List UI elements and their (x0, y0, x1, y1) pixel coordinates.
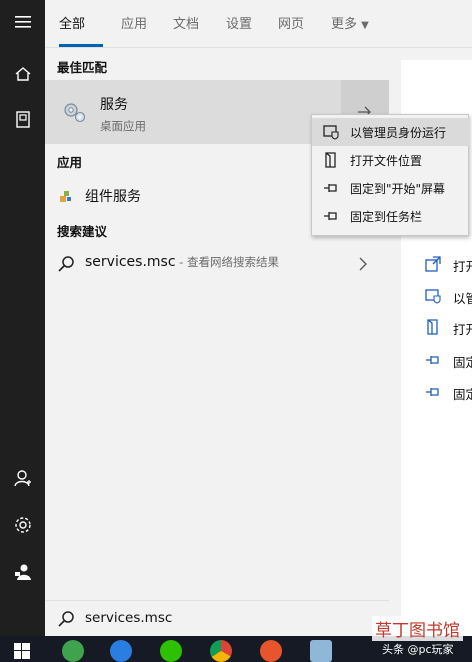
browser-360-icon[interactable] (62, 640, 84, 662)
gear-icon (14, 517, 31, 533)
chevron-down-icon: ▼ (361, 20, 369, 31)
preview-action-label: 以管 (453, 291, 472, 306)
search-icon (58, 611, 74, 627)
chevron-right-icon[interactable] (359, 257, 367, 271)
suggestions-heading: 搜索建议 (57, 224, 108, 239)
tab-more[interactable]: 更多 ▼ (331, 13, 369, 32)
watermark-logo: 草丁图书馆 (372, 616, 463, 641)
tab-all[interactable]: 全部 (59, 13, 85, 32)
apps-heading: 应用 (57, 155, 83, 170)
menu-item-label: 以管理员身份运行 (350, 126, 447, 140)
preview-action-label: 固定 (453, 355, 472, 370)
menu-item-pin-to-start[interactable]: 固定到"开始"屏幕 (312, 174, 470, 202)
search-scope-tabs: 全部 应用 文档 设置 网页 更多 ▼ (45, 0, 472, 48)
search-box[interactable]: services.msc (45, 600, 389, 636)
settings-button[interactable] (0, 505, 45, 545)
preview-action-pin-taskbar[interactable]: 固定 (425, 382, 472, 406)
thunder-icon[interactable] (110, 640, 132, 662)
shield-run-icon (425, 289, 441, 304)
menu-item-open-file-location[interactable]: 打开文件位置 (312, 146, 470, 174)
pin-icon (426, 356, 439, 364)
account-button[interactable] (0, 458, 45, 498)
hamburger-menu-button[interactable] (0, 2, 45, 42)
suggestion-query: services.msc (85, 254, 176, 270)
best-match-title: 服务 (100, 97, 128, 113)
shield-run-icon (323, 125, 339, 140)
web-suggestion-item[interactable]: services.msc - 查看网络搜索结果 (45, 248, 389, 280)
preview-action-label: 固定 (453, 387, 472, 402)
tab-more-label: 更多 (331, 17, 358, 32)
preview-action-open-location[interactable]: 打开 (425, 317, 472, 341)
tab-settings[interactable]: 设置 (226, 13, 252, 32)
hamburger-icon (14, 16, 31, 28)
feedback-button[interactable] (0, 552, 45, 592)
menu-item-pin-to-taskbar[interactable]: 固定到任务栏 (312, 202, 470, 230)
pin-icon (324, 184, 337, 192)
app-orange-icon[interactable] (260, 640, 282, 662)
menu-item-label: 固定到"开始"屏幕 (350, 182, 446, 196)
best-match-heading: 最佳匹配 (57, 60, 108, 75)
search-results-panel: 全部 应用 文档 设置 网页 更多 ▼ 最佳匹配 服务 桌面应用 应用 组件服务… (45, 0, 472, 636)
tab-documents[interactable]: 文档 (173, 13, 199, 32)
document-icon (15, 111, 30, 128)
chrome-icon[interactable] (210, 640, 232, 662)
home-icon (15, 67, 30, 81)
pin-icon (426, 388, 439, 396)
open-icon (425, 256, 441, 272)
menu-item-label: 打开文件位置 (350, 154, 423, 168)
wechat-icon[interactable] (160, 640, 182, 662)
watermark-user: 头条 @pc玩家 (382, 643, 454, 656)
user-icon (13, 470, 31, 487)
file-location-icon (325, 152, 336, 168)
preview-action-label: 打开 (453, 322, 472, 337)
documents-button[interactable] (0, 100, 45, 140)
services-gear-icon (64, 103, 86, 123)
component-services-icon (60, 191, 71, 202)
file-location-icon (427, 319, 438, 335)
menu-item-run-as-admin[interactable]: 以管理员身份运行 (312, 118, 470, 146)
menu-item-label: 固定到任务栏 (350, 210, 423, 224)
pin-icon (324, 212, 337, 220)
preview-action-open[interactable]: 打开 (425, 254, 472, 278)
app-result-label: 组件服务 (85, 189, 141, 205)
preview-action-pin-start[interactable]: 固定 (425, 350, 472, 374)
tab-web[interactable]: 网页 (278, 13, 304, 32)
preview-action-label: 打开 (453, 259, 472, 274)
start-menu-rail (0, 0, 45, 636)
app-blue-icon[interactable] (310, 640, 332, 662)
home-button[interactable] (0, 54, 45, 94)
feedback-user-icon (14, 564, 31, 580)
search-icon (58, 256, 74, 272)
windows-start-icon[interactable] (14, 643, 30, 659)
active-tab-indicator (59, 44, 103, 47)
suggestion-suffix: - 查看网络搜索结果 (175, 255, 279, 269)
suggestion-text: services.msc - 查看网络搜索结果 (85, 254, 279, 270)
best-match-subtitle: 桌面应用 (100, 119, 146, 133)
context-menu: 以管理员身份运行 打开文件位置 固定到"开始"屏幕 固定到任务栏 (311, 114, 470, 236)
tab-apps[interactable]: 应用 (121, 13, 147, 32)
search-input[interactable]: services.msc (85, 610, 172, 626)
preview-action-run-as-admin[interactable]: 以管 (425, 286, 472, 310)
